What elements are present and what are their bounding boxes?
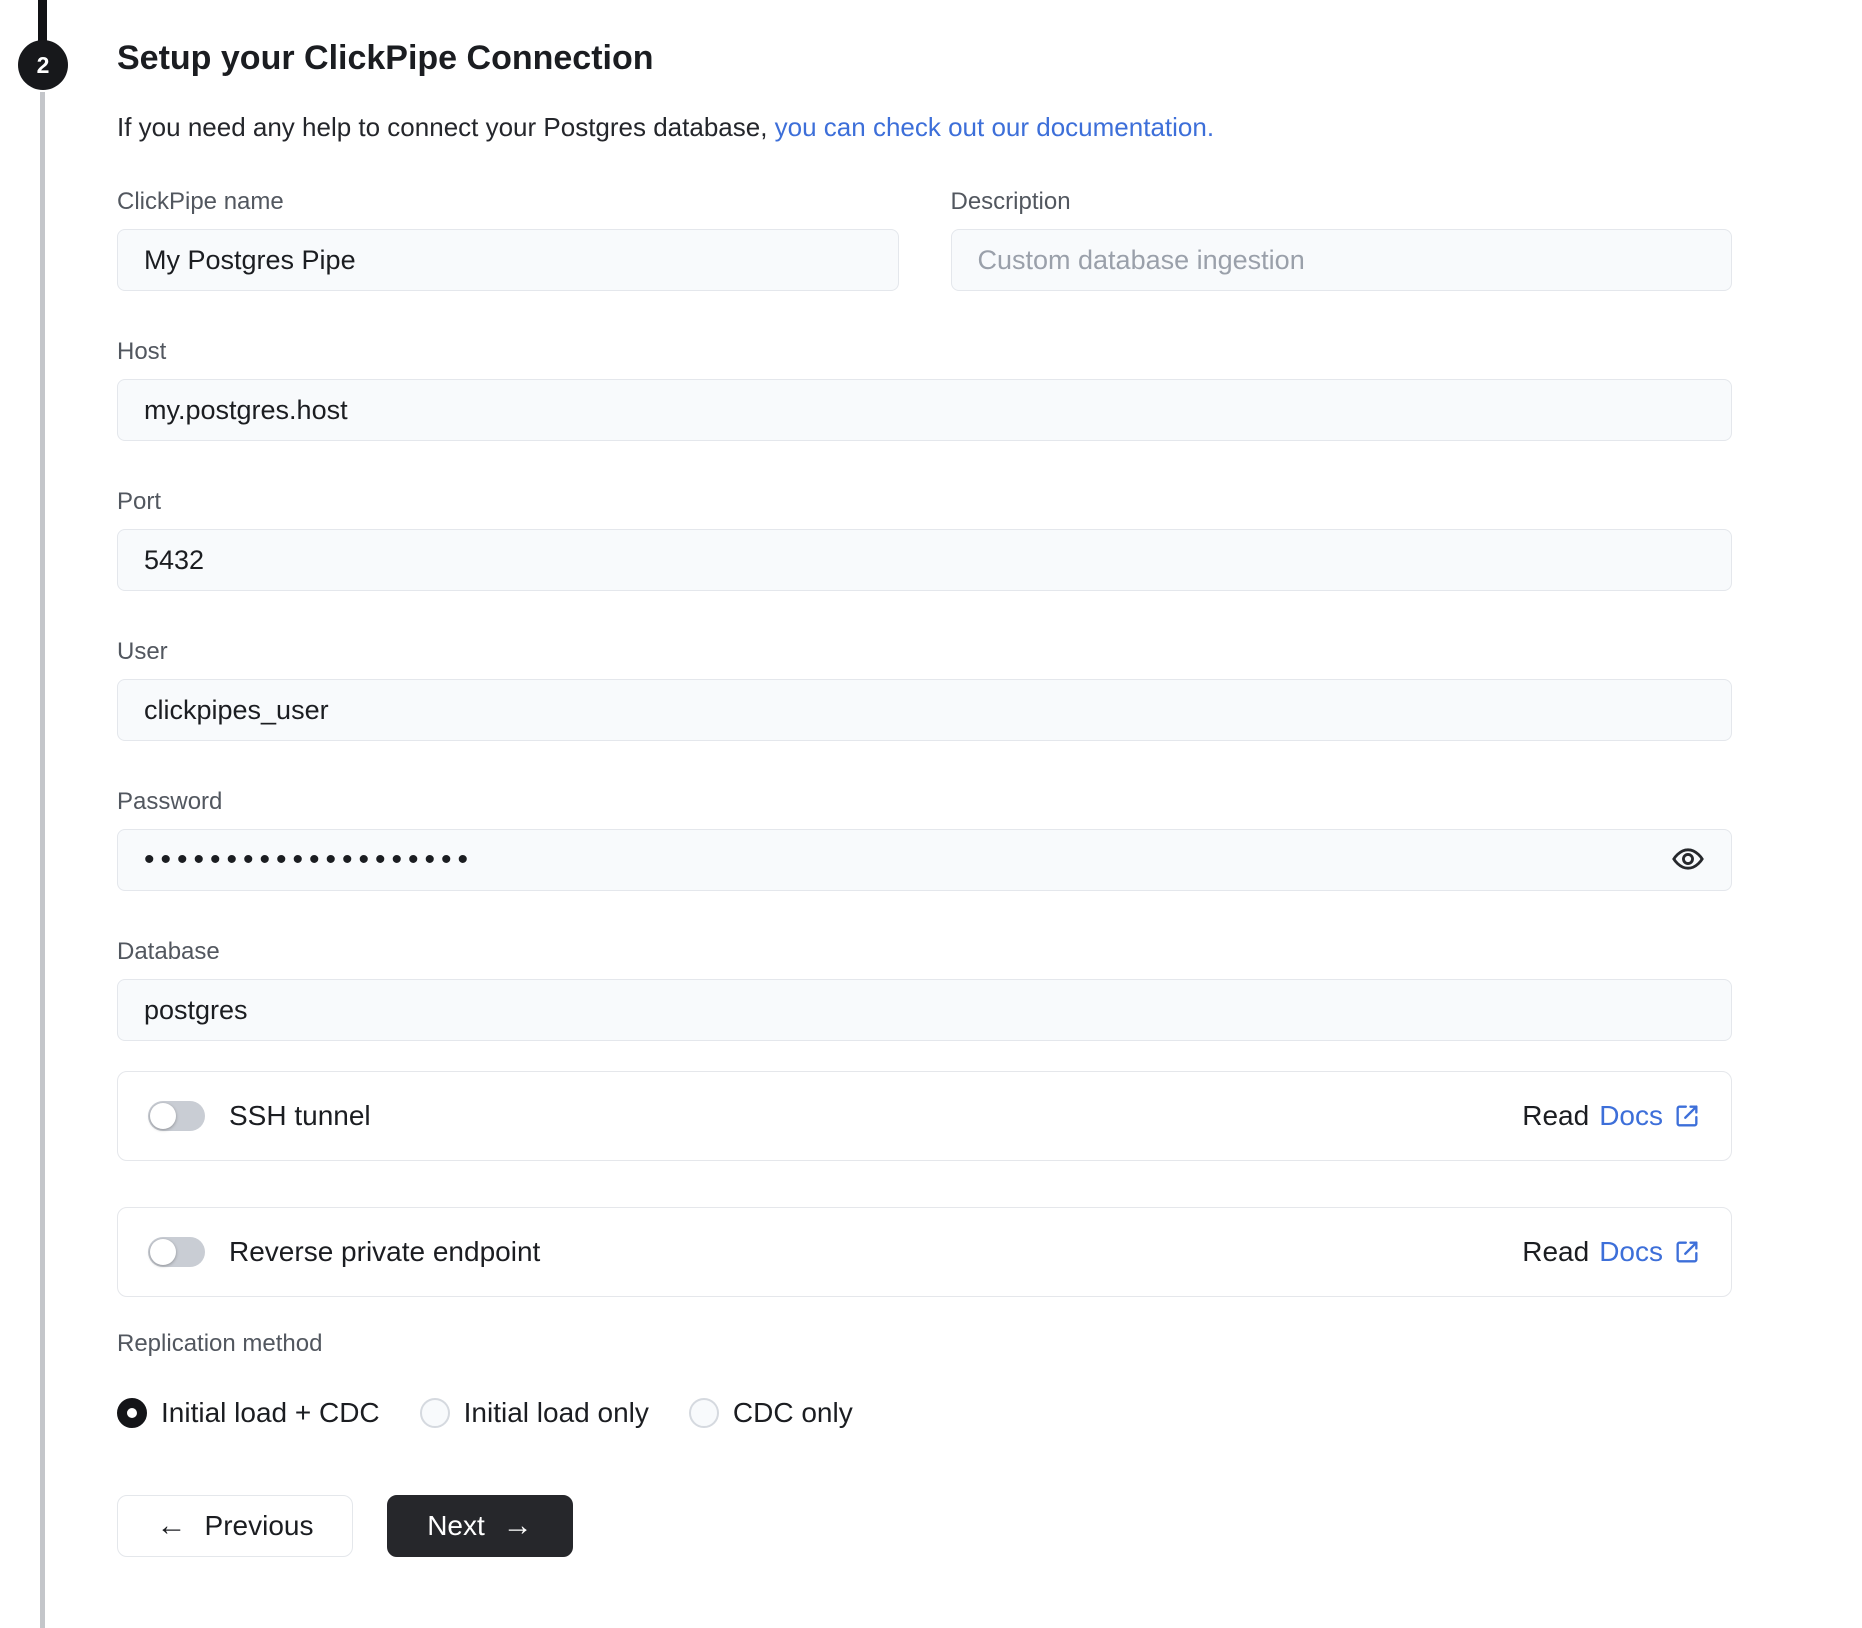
description-input[interactable] bbox=[950, 229, 1732, 291]
clickpipe-name-label: ClickPipe name bbox=[117, 188, 284, 215]
database-field: Database bbox=[117, 937, 1732, 1041]
ssh-tunnel-box: SSH tunnel Read Docs bbox=[117, 1071, 1732, 1161]
form-actions: ← Previous Next → bbox=[117, 1495, 1732, 1557]
description-label: Description bbox=[950, 188, 1071, 215]
password-field: Password bbox=[117, 787, 1732, 891]
step-2-badge: 2 bbox=[18, 40, 68, 90]
stepper-line-top bbox=[38, 0, 47, 42]
ssh-docs-link[interactable]: Docs bbox=[1599, 1100, 1663, 1132]
radio-cdc-only[interactable]: CDC only bbox=[688, 1397, 853, 1429]
user-input[interactable] bbox=[117, 679, 1732, 741]
reverse-private-endpoint-label: Reverse private endpoint bbox=[229, 1236, 541, 1267]
documentation-link[interactable]: you can check out our documentation. bbox=[775, 112, 1214, 142]
host-input[interactable] bbox=[117, 379, 1732, 441]
reverse-private-endpoint-box: Reverse private endpoint Read Docs bbox=[117, 1207, 1732, 1297]
radio-icon bbox=[688, 1398, 719, 1428]
database-label: Database bbox=[117, 938, 220, 965]
show-password-button[interactable] bbox=[1666, 838, 1710, 882]
page-title: Setup your ClickPipe Connection bbox=[117, 39, 654, 77]
ssh-tunnel-docs: Read Docs bbox=[1522, 1100, 1701, 1132]
toggle-knob bbox=[150, 1103, 176, 1129]
read-text: Read bbox=[1522, 1100, 1590, 1131]
ssh-tunnel-control: SSH tunnel bbox=[148, 1100, 371, 1132]
eye-icon bbox=[1671, 842, 1705, 879]
help-text-plain: If you need any help to connect your Pos… bbox=[117, 112, 775, 142]
arrow-right-icon: → bbox=[502, 1509, 533, 1542]
radio-label: Initial load only bbox=[463, 1397, 649, 1428]
port-label: Port bbox=[117, 488, 162, 515]
external-link-icon[interactable] bbox=[1673, 1238, 1701, 1266]
previous-button[interactable]: ← Previous bbox=[117, 1495, 353, 1557]
setup-form: Setup your ClickPipe Connection If you n… bbox=[117, 38, 1732, 1557]
help-text: If you need any help to connect your Pos… bbox=[117, 111, 1732, 143]
database-input[interactable] bbox=[117, 979, 1732, 1041]
clickpipe-setup-page: 2 Setup your ClickPipe Connection If you… bbox=[0, 0, 1862, 1628]
port-field: Port bbox=[117, 487, 1732, 591]
port-input[interactable] bbox=[117, 529, 1732, 591]
stepper-line-bottom bbox=[40, 92, 45, 1628]
radio-label: Initial load + CDC bbox=[161, 1397, 380, 1428]
clickpipe-name-field: ClickPipe name bbox=[117, 187, 899, 291]
replication-method-options: Initial load + CDC Initial load only CDC… bbox=[117, 1397, 1732, 1429]
host-field: Host bbox=[117, 337, 1732, 441]
password-input-wrap bbox=[117, 829, 1732, 891]
toggle-knob bbox=[150, 1239, 176, 1265]
rpe-docs-link[interactable]: Docs bbox=[1599, 1236, 1663, 1268]
read-text: Read bbox=[1522, 1236, 1590, 1267]
password-label: Password bbox=[117, 788, 223, 815]
ssh-tunnel-toggle[interactable] bbox=[148, 1101, 205, 1131]
previous-button-label: Previous bbox=[204, 1510, 314, 1541]
reverse-private-endpoint-control: Reverse private endpoint bbox=[148, 1236, 540, 1268]
radio-initial-load-cdc[interactable]: Initial load + CDC bbox=[117, 1397, 380, 1429]
radio-initial-load-only[interactable]: Initial load only bbox=[419, 1397, 649, 1429]
step-number: 2 bbox=[36, 51, 50, 78]
reverse-private-endpoint-docs: Read Docs bbox=[1522, 1236, 1701, 1268]
reverse-private-endpoint-toggle[interactable] bbox=[148, 1237, 205, 1267]
clickpipe-name-input[interactable] bbox=[117, 229, 899, 291]
user-label: User bbox=[117, 638, 168, 665]
name-description-row: ClickPipe name Description bbox=[117, 187, 1732, 291]
replication-method-label: Replication method bbox=[117, 1330, 323, 1357]
radio-label: CDC only bbox=[732, 1397, 853, 1428]
next-button-label: Next bbox=[427, 1510, 485, 1541]
password-input[interactable] bbox=[117, 829, 1732, 891]
user-field: User bbox=[117, 637, 1732, 741]
next-button[interactable]: Next → bbox=[387, 1495, 573, 1557]
radio-icon bbox=[419, 1398, 450, 1428]
external-link-icon[interactable] bbox=[1673, 1102, 1701, 1130]
radio-icon bbox=[117, 1398, 147, 1428]
host-label: Host bbox=[117, 338, 167, 365]
description-field: Description bbox=[950, 187, 1732, 291]
ssh-tunnel-label: SSH tunnel bbox=[229, 1100, 371, 1131]
arrow-left-icon: ← bbox=[156, 1509, 187, 1542]
